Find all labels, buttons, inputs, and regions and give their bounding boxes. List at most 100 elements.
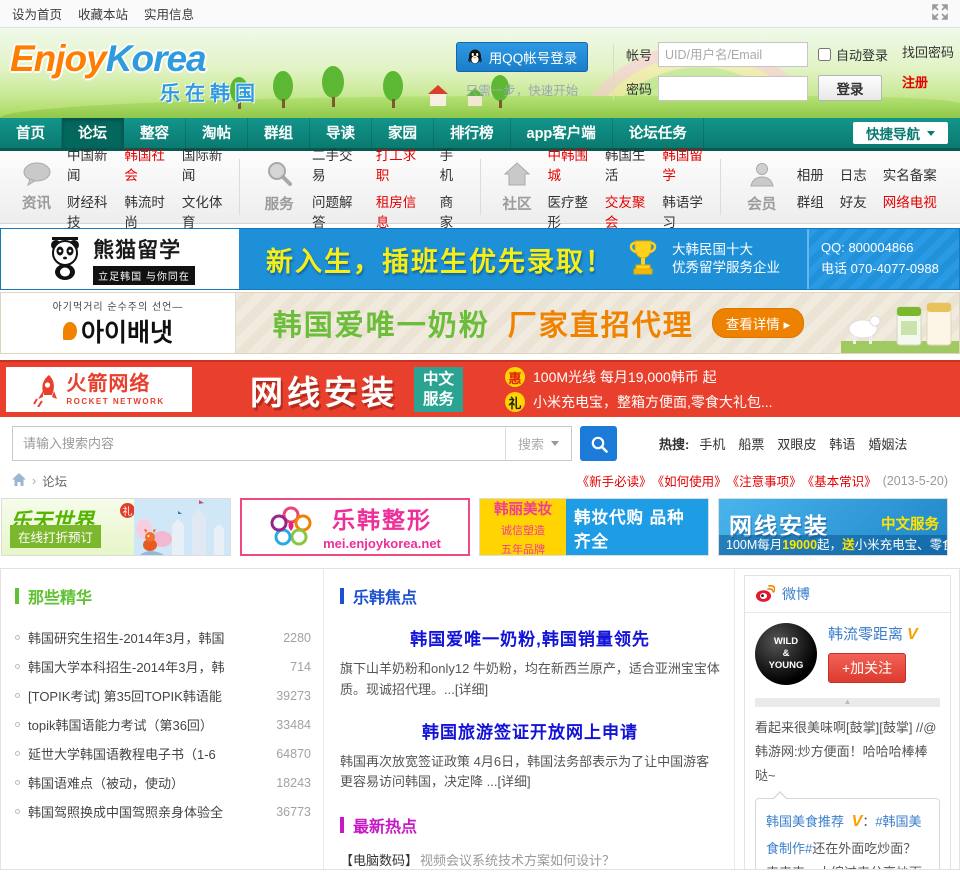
- link-korea-life[interactable]: 韩国生活: [605, 144, 646, 184]
- link-culture-sports[interactable]: 文化体育: [182, 191, 223, 231]
- link-qa[interactable]: 问题解答: [312, 191, 360, 231]
- channel-community-head[interactable]: 社区: [497, 161, 538, 214]
- digest-link[interactable]: topik韩国语能力考试（第36回）: [28, 715, 213, 734]
- link-albums[interactable]: 相册: [797, 164, 824, 184]
- quick-nav-button[interactable]: 快捷导航: [853, 122, 948, 144]
- verified-badge: V: [851, 813, 863, 831]
- nav-item-groups[interactable]: 群组: [248, 118, 310, 148]
- mini-banner-hanli-cosmetics[interactable]: 韩丽美妆 诚信塑造 五年品牌 韩妆代购 品种齐全 QQ客服: 308407767…: [479, 498, 709, 556]
- find-password-link[interactable]: 找回密码: [902, 42, 954, 61]
- digest-link[interactable]: 韩国研究生招生-2014年3月，韩国: [28, 628, 224, 647]
- verified-badge: V: [907, 626, 918, 643]
- ad-banner-milk-powder[interactable]: 아기먹거리 순수주의 선언— 아이배냇 韩国爱唯一奶粉 厂家直招代理 查看详情 …: [0, 292, 960, 354]
- hot-word-phone[interactable]: 手机: [699, 434, 725, 453]
- register-link[interactable]: 注册: [902, 72, 954, 91]
- view-details-button[interactable]: 查看详情 ▸: [711, 308, 805, 338]
- link-korea-society[interactable]: 韩国社会: [124, 144, 165, 184]
- article-headline[interactable]: 韩国旅游签证开放网上申请: [340, 718, 720, 743]
- avatar[interactable]: WILD & YOUNG: [755, 623, 817, 685]
- view-count: 714: [290, 659, 311, 674]
- quoted-account-link[interactable]: 韩国美食推荐: [766, 814, 844, 829]
- digest-link[interactable]: 韩国语难点（被动，使动）: [28, 773, 184, 792]
- channel-community: 社区 中韩围城 医疗整形 韩国生活 交友聚会 韩国留学 韩语学习: [479, 148, 720, 230]
- link-housing[interactable]: 租房信息: [376, 191, 424, 231]
- magnifier-icon: [268, 161, 293, 186]
- notice-rules-link[interactable]: 《注意事项》: [727, 471, 802, 490]
- view-count: 39273: [276, 688, 311, 703]
- notice-basics-link[interactable]: 《基本常识》: [802, 471, 877, 490]
- divider: [612, 44, 614, 100]
- weibo-account-link[interactable]: 韩流零距离: [828, 626, 903, 643]
- hot-word-ferry[interactable]: 船票: [738, 434, 764, 453]
- link-blogs[interactable]: 日志: [840, 164, 867, 184]
- account-input[interactable]: [657, 42, 808, 67]
- home-icon[interactable]: [12, 472, 26, 489]
- channel-news-head[interactable]: 资讯: [16, 162, 57, 213]
- link-cn-kr-marriage[interactable]: 中韩围城: [548, 144, 589, 184]
- auto-login-checkbox[interactable]: [817, 48, 831, 61]
- login-button[interactable]: 登录: [817, 75, 882, 101]
- focus-column: 乐韩焦点 韩国爱唯一奶粉,韩国销量领先 旗下山羊奶粉和only12 牛奶粉，均在…: [323, 569, 735, 869]
- hot-list: 【电脑数码】视频会议系统技术方案如何设计？ 【大学园地】【韩国大学百问百答】问题…: [340, 850, 720, 869]
- link-hallyu-fashion[interactable]: 韩流时尚: [124, 191, 165, 231]
- link-jobs[interactable]: 打工求职: [376, 144, 424, 184]
- site-logo[interactable]: EnjoyKorea 乐在韩国: [10, 40, 260, 104]
- hot-word-eyelid[interactable]: 双眼皮: [777, 434, 816, 453]
- focus-article: 韩国爱唯一奶粉,韩国销量领先 旗下山羊奶粉和only12 牛奶粉，均在新西兰原产…: [340, 625, 720, 701]
- notice-howto-link[interactable]: 《如何使用》: [652, 471, 727, 490]
- channel-member-head[interactable]: 会员: [737, 161, 787, 214]
- bookmark-link[interactable]: 收藏本站: [78, 4, 128, 23]
- article-headline[interactable]: 韩国爱唯一奶粉,韩国销量领先: [340, 625, 720, 650]
- password-input[interactable]: [657, 75, 808, 101]
- hot-title: 最新热点: [353, 819, 418, 837]
- notice-newbie-link[interactable]: 《新手必读》: [577, 471, 652, 490]
- scrollbar[interactable]: ▲: [755, 698, 940, 707]
- mini-banner-mei-plastic[interactable]: 乐韩整形 mei.enjoykorea.net: [240, 498, 470, 556]
- link-friends[interactable]: 好友: [840, 191, 867, 211]
- ad-banner-rocket-network[interactable]: 火箭网络 ROCKET NETWORK 网线安装 中文 服务 惠 100M光线 …: [0, 360, 960, 417]
- link-realname[interactable]: 实名备案: [883, 164, 937, 184]
- digest-link[interactable]: 韩国驾照换成中国驾照亲身体验全: [28, 802, 223, 821]
- ad-banner-panda-study[interactable]: 熊猫留学 立足韩国 与你同在 新入生，插班生优先录取！ 大韩民国十大 优秀留学服…: [0, 228, 960, 290]
- link-merchants[interactable]: 商家: [440, 191, 464, 231]
- hot-word-korean[interactable]: 韩语: [829, 434, 855, 453]
- speech-bubble-icon: [23, 162, 50, 186]
- qq-login-button[interactable]: 用QQ帐号登录: [455, 42, 589, 72]
- link-korean-learning[interactable]: 韩语学习: [662, 191, 703, 231]
- hot-word-marriage-law[interactable]: 婚姻法: [868, 434, 907, 453]
- digest-link[interactable]: 韩国大学本科招生-2014年3月，韩: [28, 657, 224, 676]
- digest-link[interactable]: 延世大学韩国语教程电子书（1-6: [28, 744, 216, 763]
- channel-service-head[interactable]: 服务: [256, 161, 302, 214]
- useful-info-link[interactable]: 实用信息: [144, 4, 194, 23]
- search-scope-select[interactable]: 搜索: [505, 427, 571, 460]
- link-finance-tech[interactable]: 财经科技: [67, 191, 108, 231]
- set-homepage-link[interactable]: 设为首页: [12, 4, 62, 23]
- mini-banner-internet-install[interactable]: 网线安装 中文服务 100M每月19000起，送小米充电宝、零食包...: [718, 498, 948, 556]
- hot-section: 最新热点 【电脑数码】视频会议系统技术方案如何设计？ 【大学园地】【韩国大学百问…: [340, 813, 720, 869]
- mini-banner-lotte-world[interactable]: 乐天世界 礼 在线打折预订: [1, 498, 231, 556]
- link-study-abroad[interactable]: 韩国留学: [662, 144, 703, 184]
- hanli-qq-label: QQ客服:: [574, 554, 700, 555]
- person-icon: [750, 162, 774, 186]
- link-meetup[interactable]: 交友聚会: [605, 191, 646, 231]
- link-china-news[interactable]: 中国新闻: [67, 144, 108, 184]
- link-groups[interactable]: 群组: [797, 191, 824, 211]
- category-tag: 【电脑数码】: [340, 853, 419, 869]
- link-medical-plastic[interactable]: 医疗整形: [548, 191, 589, 231]
- nav-item-home[interactable]: 首页: [0, 118, 62, 148]
- follow-button[interactable]: +加关注: [828, 653, 907, 683]
- link-mobile[interactable]: 手机: [440, 144, 464, 184]
- expand-icon[interactable]: [932, 4, 948, 23]
- digest-link[interactable]: [TOPIK考试] 第35回TOPIK韩语能: [28, 686, 222, 705]
- hot-item-link[interactable]: 视频会议系统技术方案如何设计？: [420, 850, 615, 869]
- search-button[interactable]: [580, 426, 617, 461]
- link-web-tv[interactable]: 网络电视: [883, 191, 937, 211]
- search-input[interactable]: [13, 427, 505, 460]
- rocket-promo-line2: 小米充电宝，整箱方便面,零食大礼包...: [533, 394, 773, 410]
- link-intl-news[interactable]: 国际新闻: [182, 144, 223, 184]
- rocket-promo-line1: 100M光线 每月19,000韩币 起: [533, 369, 717, 385]
- avatar-text: WILD: [773, 636, 799, 648]
- bullet-icon: [15, 722, 20, 727]
- section-bar: [340, 817, 344, 834]
- link-secondhand[interactable]: 二手交易: [312, 144, 360, 184]
